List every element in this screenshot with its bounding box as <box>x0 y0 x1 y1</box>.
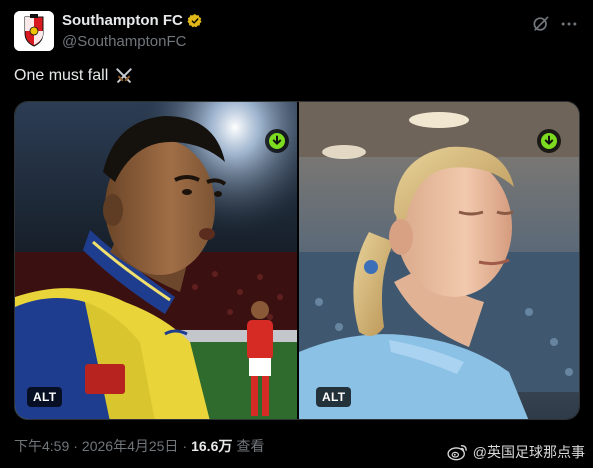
avatar[interactable] <box>14 11 54 51</box>
post-text-content: One must fall <box>14 67 109 84</box>
display-name[interactable]: Southampton FC <box>62 12 183 29</box>
photo-player-blue-kit <box>299 102 579 419</box>
alt-badge-right[interactable]: ALT <box>316 387 352 407</box>
download-button-right[interactable] <box>537 129 561 153</box>
meta-separator: · <box>182 438 188 454</box>
post-text: One must fall <box>14 66 134 86</box>
media-photo-left[interactable]: ALT <box>15 102 297 419</box>
alt-badge-left[interactable]: ALT <box>27 387 63 407</box>
weibo-icon <box>447 445 467 461</box>
media-grid: ALT ALT <box>14 101 580 420</box>
verified-badge-icon <box>187 13 202 27</box>
post-date[interactable]: 2026年4月25日 <box>82 436 179 456</box>
weibo-watermark: @英国足球那点事 <box>447 442 585 462</box>
download-icon <box>269 133 285 149</box>
crossed-swords-emoji <box>116 68 132 83</box>
grok-icon[interactable] <box>531 14 551 34</box>
download-icon <box>541 133 557 149</box>
views-count[interactable]: 16.6万 <box>191 436 232 456</box>
watermark-text: @英国足球那点事 <box>472 444 585 460</box>
views-label: 查看 <box>236 438 265 454</box>
post-time[interactable]: 下午4:59 <box>14 436 69 456</box>
post-header: Southampton FC @SouthamptonFC <box>14 10 579 54</box>
southampton-crest-logo <box>14 11 54 51</box>
more-icon[interactable] <box>559 14 579 34</box>
photo-player-yellow-kit <box>15 102 297 419</box>
post-meta: 下午4:59 · 2026年4月25日 · 16.6万 查看 <box>14 436 264 456</box>
handle[interactable]: @SouthamptonFC <box>62 33 186 50</box>
meta-separator: · <box>73 438 78 454</box>
media-photo-right[interactable]: ALT <box>299 102 579 419</box>
download-button-left[interactable] <box>265 129 289 153</box>
